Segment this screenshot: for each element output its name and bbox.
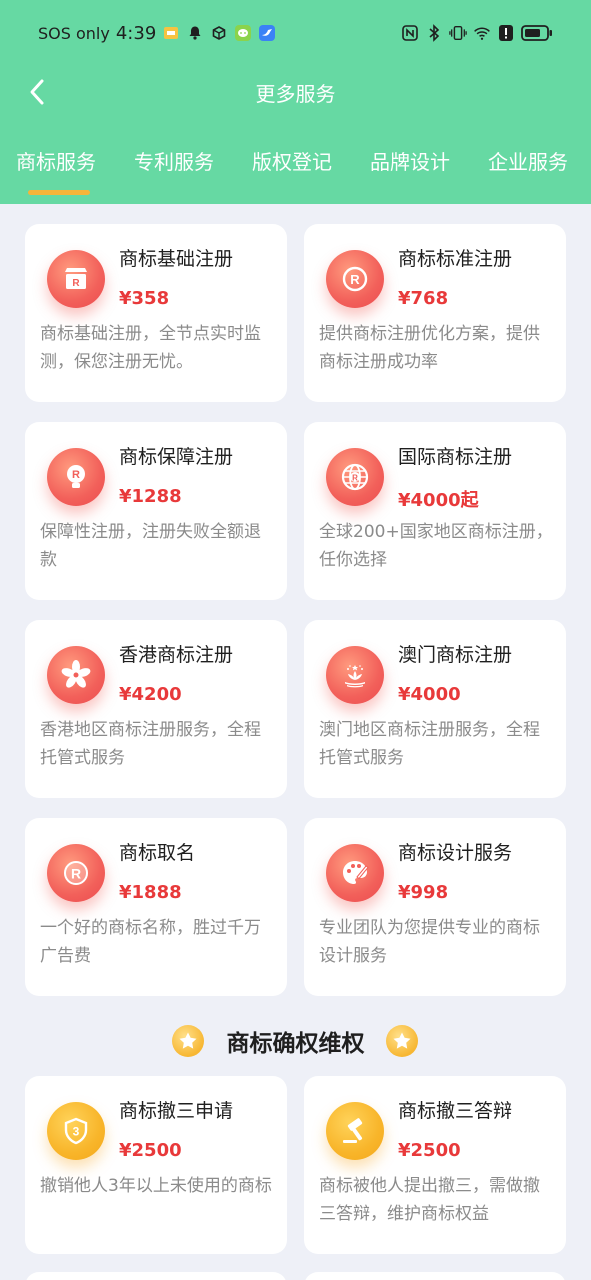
svg-text:R: R xyxy=(352,474,358,483)
card-price: ¥4000 xyxy=(398,684,461,705)
bluetooth-icon xyxy=(425,24,443,42)
card-title: 商标标准注册 xyxy=(398,248,513,270)
globe-r-icon: R xyxy=(326,448,384,506)
card-title: 香港商标注册 xyxy=(119,644,234,666)
card-price: ¥1288 xyxy=(119,486,182,507)
card-description: 澳门地区商标注册服务，全程托管式服务 xyxy=(319,720,540,768)
tab-bar: 商标服务 专利服务 版权登记 品牌设计 企业服务 xyxy=(0,138,591,198)
registered-circle-icon: R xyxy=(47,844,105,902)
lotus-icon xyxy=(326,646,384,704)
nfc-icon xyxy=(401,24,419,42)
section-header: 商标确权维权 xyxy=(0,1016,591,1066)
svg-text:R: R xyxy=(72,469,80,481)
carrier-text: SOS only xyxy=(38,23,110,43)
card-title: 商标撤三答辩 xyxy=(398,1100,513,1122)
card-description: 全球200+国家地区商标注册，任你选择 xyxy=(319,522,553,570)
card-description: 提供商标注册优化方案，提供商标注册成功率 xyxy=(319,324,540,372)
service-card-trademark-naming[interactable]: R 商标取名 ¥1888 一个好的商标名称，胜过千万广告费 xyxy=(25,818,287,996)
page-title: 更多服务 xyxy=(255,82,336,106)
tab-brand-design[interactable]: 品牌设计 xyxy=(370,146,450,175)
vibrate-icon xyxy=(449,24,467,42)
card-description: 专业团队为您提供专业的商标设计服务 xyxy=(319,918,540,966)
bird-app-icon xyxy=(258,24,276,42)
shield-3-icon: 3 xyxy=(47,1102,105,1160)
card-price: ¥2500 xyxy=(398,1140,461,1161)
status-right xyxy=(401,21,553,45)
svg-text:3: 3 xyxy=(73,1125,80,1139)
store-r-icon: R xyxy=(47,250,105,308)
star-icon xyxy=(386,1025,418,1057)
card-price: ¥998 xyxy=(398,882,449,903)
bulb-r-icon: R xyxy=(47,448,105,506)
card-price: ¥2500 xyxy=(119,1140,182,1161)
status-bar: SOS only 4:39 xyxy=(0,0,591,66)
service-card-standard-registration[interactable]: R 商标标准注册 ¥768 提供商标注册优化方案，提供商标注册成功率 xyxy=(304,224,566,402)
bauhinia-icon xyxy=(47,646,105,704)
alert-icon xyxy=(497,24,515,42)
status-time: 4:39 xyxy=(115,22,157,44)
card-description: 商标被他人提出撤三，需做撤三答辩，维护商标权益 xyxy=(319,1176,540,1224)
gavel-icon xyxy=(326,1102,384,1160)
status-left: SOS only 4:39 xyxy=(38,21,276,45)
card-title: 商标设计服务 xyxy=(398,842,513,864)
service-card-partial[interactable] xyxy=(25,1272,287,1280)
card-description: 商标基础注册，全节点实时监测，保您注册无忧。 xyxy=(40,324,261,372)
service-card-cancellation-defense[interactable]: 商标撤三答辩 ¥2500 商标被他人提出撤三，需做撤三答辩，维护商标权益 xyxy=(304,1076,566,1254)
card-title: 商标基础注册 xyxy=(119,248,234,270)
card-description: 一个好的商标名称，胜过千万广告费 xyxy=(40,918,261,966)
chat-app-icon xyxy=(234,24,252,42)
svg-text:R: R xyxy=(350,272,360,287)
card-price: ¥4200 xyxy=(119,684,182,705)
card-price: ¥1888 xyxy=(119,882,182,903)
card-description: 撤销他人3年以上未使用的商标 xyxy=(40,1176,272,1196)
registered-circle-icon: R xyxy=(326,250,384,308)
section-title: 商标确权维权 xyxy=(226,1031,365,1057)
card-price: ¥4000起 xyxy=(398,490,479,511)
service-card-partial[interactable] xyxy=(304,1272,566,1280)
header: SOS only 4:39 更多服务 商标服务 专利服务 版权登记 品牌设计 企… xyxy=(0,0,591,204)
box-icon xyxy=(210,24,228,42)
card-title: 商标保障注册 xyxy=(119,446,234,468)
card-price: ¥358 xyxy=(119,288,170,309)
service-card-cancellation-application[interactable]: 3 商标撤三申请 ¥2500 撤销他人3年以上未使用的商标 xyxy=(25,1076,287,1254)
svg-text:R: R xyxy=(71,866,81,882)
card-title: 澳门商标注册 xyxy=(398,644,513,666)
tab-copyright[interactable]: 版权登记 xyxy=(252,146,332,175)
svg-text:R: R xyxy=(72,278,80,289)
card-price: ¥768 xyxy=(398,288,449,309)
service-card-logo-design[interactable]: 商标设计服务 ¥998 专业团队为您提供专业的商标设计服务 xyxy=(304,818,566,996)
tab-patent[interactable]: 专利服务 xyxy=(134,146,214,175)
tab-enterprise[interactable]: 企业服务 xyxy=(488,146,568,175)
battery-icon xyxy=(521,24,553,42)
wifi-icon xyxy=(473,24,491,42)
bell-icon xyxy=(186,24,204,42)
service-card-hongkong-registration[interactable]: 香港商标注册 ¥4200 香港地区商标注册服务，全程托管式服务 xyxy=(25,620,287,798)
nav-bar: 更多服务 xyxy=(0,66,591,122)
sim-card-icon xyxy=(162,24,180,42)
tab-trademark[interactable]: 商标服务 xyxy=(16,146,96,175)
card-description: 保障性注册，注册失败全额退款 xyxy=(40,522,261,570)
service-card-guaranteed-registration[interactable]: R 商标保障注册 ¥1288 保障性注册，注册失败全额退款 xyxy=(25,422,287,600)
service-card-basic-registration[interactable]: R 商标基础注册 ¥358 商标基础注册，全节点实时监测，保您注册无忧。 xyxy=(25,224,287,402)
service-card-macau-registration[interactable]: 澳门商标注册 ¥4000 澳门地区商标注册服务，全程托管式服务 xyxy=(304,620,566,798)
card-title: 商标撤三申请 xyxy=(119,1100,234,1122)
card-title: 国际商标注册 xyxy=(398,446,513,468)
active-tab-indicator xyxy=(28,190,90,195)
palette-icon xyxy=(326,844,384,902)
card-title: 商标取名 xyxy=(119,842,196,864)
card-description: 香港地区商标注册服务，全程托管式服务 xyxy=(40,720,261,768)
service-card-international-registration[interactable]: R 国际商标注册 ¥4000起 全球200+国家地区商标注册，任你选择 xyxy=(304,422,566,600)
